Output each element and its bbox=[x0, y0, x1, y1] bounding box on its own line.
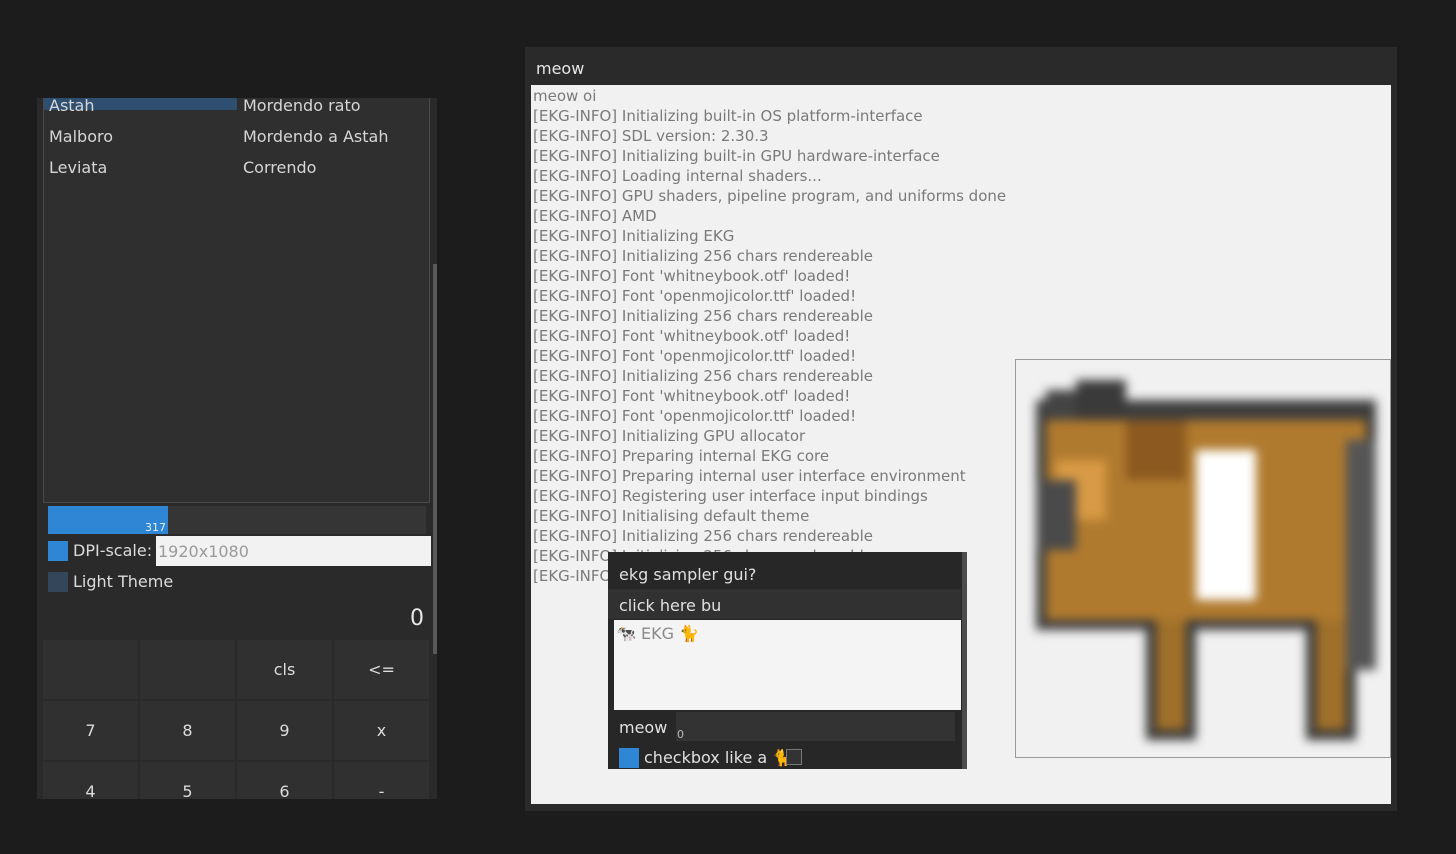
sampler-scrollbar[interactable] bbox=[962, 552, 967, 769]
table-cell-action: Correndo bbox=[243, 158, 317, 177]
log-line: [EKG-INFO] bbox=[533, 567, 618, 585]
calc-key-4[interactable]: 4 bbox=[43, 762, 138, 799]
meow-slider-value: 0 bbox=[677, 728, 684, 741]
table-cell-name: Astah bbox=[49, 98, 95, 115]
log-line: [EKG-INFO] Font 'openmojicolor.ttf' load… bbox=[533, 347, 857, 365]
log-line: [EKG-INFO] Registering user interface in… bbox=[533, 487, 928, 505]
calculator-display: 0 bbox=[410, 606, 424, 631]
window-title: meow bbox=[536, 59, 585, 78]
log-line: [EKG-INFO] AMD bbox=[533, 207, 657, 225]
calc-key-7[interactable]: 7 bbox=[43, 701, 138, 760]
log-line: [EKG-INFO] Initializing 256 chars render… bbox=[533, 307, 874, 325]
log-line: [EKG-INFO] Initializing built-in GPU har… bbox=[533, 147, 940, 165]
inline-checkbox[interactable] bbox=[786, 749, 802, 765]
listbox-table[interactable]: Astah Mordendo rato Malboro Mordendo a A… bbox=[43, 98, 430, 503]
cat-checkbox-label: checkbox like a 🐈 bbox=[644, 748, 793, 767]
log-line: [EKG-INFO] Font 'openmojicolor.ttf' load… bbox=[533, 287, 857, 305]
table-row[interactable]: Leviata Correndo bbox=[44, 154, 431, 184]
light-theme-label: Light Theme bbox=[73, 572, 174, 591]
table-cell-name: Leviata bbox=[49, 158, 108, 177]
meow-slider[interactable] bbox=[676, 712, 955, 741]
log-line: meow oi bbox=[533, 87, 597, 105]
calc-key-minus[interactable]: - bbox=[334, 762, 429, 799]
table-cell-action: Mordendo rato bbox=[243, 98, 361, 115]
calc-key-blank[interactable] bbox=[140, 640, 235, 699]
log-line: [EKG-INFO] SDL version: 2.30.3 bbox=[533, 127, 769, 145]
table-row[interactable]: Malboro Mordendo a Astah bbox=[44, 123, 431, 153]
calc-key-8[interactable]: 8 bbox=[140, 701, 235, 760]
dpi-scale-label: DPI-scale: bbox=[73, 541, 153, 560]
left-panel: Astah Mordendo rato Malboro Mordendo a A… bbox=[37, 98, 437, 799]
log-line: [EKG-INFO] Initializing GPU allocator bbox=[533, 427, 806, 445]
log-line: [EKG-INFO] Preparing internal user inter… bbox=[533, 467, 966, 485]
log-line: [EKG-INFO] Initialising default theme bbox=[533, 507, 810, 525]
meow-slider-label: meow bbox=[619, 718, 668, 737]
log-line: [EKG-INFO] Font 'openmojicolor.ttf' load… bbox=[533, 407, 857, 425]
log-line: [EKG-INFO] Font 'whitneybook.otf' loaded… bbox=[533, 267, 851, 285]
cow-image bbox=[1015, 359, 1391, 758]
light-theme-checkbox[interactable] bbox=[48, 572, 68, 592]
click-here-button-label: click here bu bbox=[619, 596, 722, 615]
table-cell-action: Mordendo a Astah bbox=[243, 127, 389, 146]
dpi-scale-input[interactable] bbox=[156, 536, 431, 566]
log-line: [EKG-INFO] Loading internal shaders... bbox=[533, 167, 822, 185]
table-row[interactable]: Astah Mordendo rato bbox=[44, 98, 431, 122]
log-line: [EKG-INFO] Initializing 256 chars render… bbox=[533, 367, 874, 385]
log-line: [EKG-INFO] Font 'whitneybook.otf' loaded… bbox=[533, 327, 851, 345]
calc-key-backspace[interactable]: <= bbox=[334, 640, 429, 699]
calc-key-multiply[interactable]: x bbox=[334, 701, 429, 760]
progress-value: 317 bbox=[145, 521, 166, 534]
log-line: [EKG-INFO] Font 'whitneybook.otf' loaded… bbox=[533, 387, 851, 405]
table-cell-name: Malboro bbox=[49, 127, 114, 146]
log-line: [EKG-INFO] Initializing 256 chars render… bbox=[533, 247, 874, 265]
panel-scrollbar[interactable] bbox=[433, 264, 437, 654]
log-line: [EKG-INFO] GPU shaders, pipeline program… bbox=[533, 187, 1007, 205]
cat-checkbox[interactable] bbox=[619, 748, 639, 768]
sampler-textbox-text: 🐄 EKG 🐈 bbox=[616, 624, 700, 643]
dpi-scale-checkbox[interactable] bbox=[48, 541, 68, 561]
calc-key-5[interactable]: 5 bbox=[140, 762, 235, 799]
cow-pixel-art-icon bbox=[1036, 380, 1376, 740]
calc-key-blank[interactable] bbox=[43, 640, 138, 699]
calc-key-clear[interactable]: cls bbox=[237, 640, 332, 699]
calc-key-9[interactable]: 9 bbox=[237, 701, 332, 760]
log-line: [EKG-INFO] Preparing internal EKG core bbox=[533, 447, 830, 465]
log-line: [EKG-INFO] Initializing EKG bbox=[533, 227, 735, 245]
calc-key-6[interactable]: 6 bbox=[237, 762, 332, 799]
sampler-title: ekg sampler gui? bbox=[619, 565, 757, 584]
log-line: [EKG-INFO] Initializing 256 chars render… bbox=[533, 527, 874, 545]
sampler-window[interactable]: ekg sampler gui? click here bu 🐄 EKG 🐈 m… bbox=[608, 552, 967, 769]
log-line: [EKG-INFO] Initializing built-in OS plat… bbox=[533, 107, 923, 125]
